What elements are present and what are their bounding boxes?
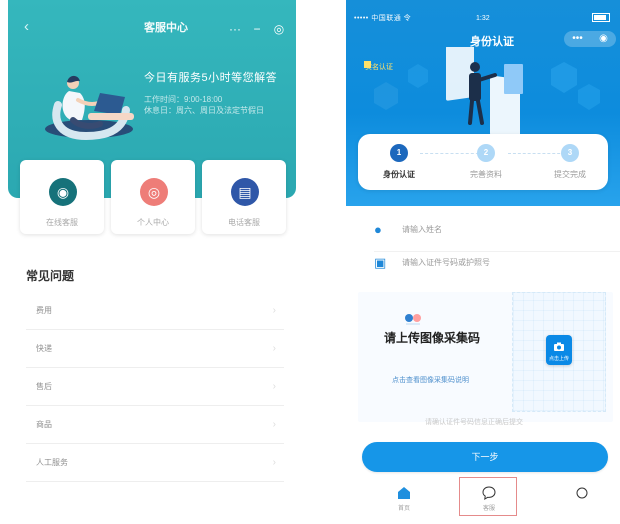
faq-item-fees[interactable]: 费用 › (26, 292, 284, 330)
faq-item-products[interactable]: 商品 › (26, 406, 284, 444)
person-legs (468, 99, 484, 125)
service-label-personal: 个人中心 (137, 218, 169, 227)
chevron-right-icon: › (272, 419, 276, 430)
more-icon[interactable]: ••• (572, 31, 583, 47)
identity-verification-illustration (364, 47, 600, 139)
upload-small-icon (405, 314, 421, 325)
name-placeholder: 请输入姓名 (402, 225, 442, 234)
service-card-personal[interactable]: ◎ 个人中心 (111, 160, 195, 234)
camera-upload-label: 点击上传 (548, 356, 569, 362)
hex-pattern-right (551, 62, 577, 93)
minimize-icon[interactable]: − (248, 21, 266, 37)
badge-square-icon (364, 61, 371, 68)
id-card-shape (504, 64, 523, 94)
mobile-status-time: 1:32 (476, 15, 490, 22)
faq-list: 费用 › 快递 › 售后 › 商品 › 人工服务 › (26, 292, 284, 482)
upload-image-code-area: 请上传图像采集码 点击查看图像采集码说明 点击上传 (358, 292, 613, 422)
comparison-screenshot: ‹ 客服中心 ··· − ◎ 今日有服务5小时等您解答 工作时间：9:00-18… (0, 0, 620, 524)
faq-item-label: 商品 (36, 420, 52, 429)
faq-item-delivery[interactable]: 快递 › (26, 330, 284, 368)
service-label-online: 在线客服 (46, 218, 78, 227)
chevron-right-icon: › (272, 381, 276, 392)
faq-item-label: 快递 (36, 344, 52, 353)
hero-headline: 今日有服务5小时等您解答 (144, 72, 278, 84)
battery-icon (592, 13, 610, 22)
hero-subline-2: 休息日：周六、周日及法定节假日 (144, 106, 264, 115)
person-circle-icon: ◎ (140, 178, 168, 206)
upload-title: 请上传图像采集码 (384, 331, 481, 345)
hex-pattern-left-small (408, 64, 428, 88)
mobile-status-carrier: ••••• 中国联通 令 (354, 15, 412, 22)
verification-steps-card: 1 身份认证 2 完善资料 3 提交完成 (358, 134, 608, 190)
service-card-online[interactable]: ◉ 在线客服 (20, 160, 104, 234)
step-complete-profile: 2 完善资料 (451, 144, 521, 180)
circle-outline-icon (576, 487, 588, 499)
step-number: 3 (561, 144, 579, 162)
id-number-placeholder: 请输入证件号码或护照号 (402, 258, 490, 267)
home-icon (398, 487, 410, 499)
step-number: 2 (477, 144, 495, 162)
service-label-phone: 电话客服 (228, 218, 260, 227)
identity-header: ••••• 中国联通 令 1:32 身份认证 ••• ◉ 实名认证 1 身份认证… (346, 0, 620, 206)
left-customer-service-screen: ‹ 客服中心 ··· − ◎ 今日有服务5小时等您解答 工作时间：9:00-18… (8, 0, 296, 524)
step-label: 提交完成 (554, 170, 586, 179)
more-icon[interactable]: ··· (226, 21, 244, 37)
faq-item-label: 人工服务 (36, 458, 68, 467)
page-title: 客服中心 (144, 22, 188, 34)
tab-label-profile (559, 505, 605, 513)
faq-title: 常见问题 (26, 269, 75, 283)
form-hint-text: 请确认证件号码信息正确后提交 (425, 419, 523, 426)
step-identity: 1 身份认证 (364, 144, 434, 180)
service-card-phone[interactable]: ▤ 电话客服 (202, 160, 286, 234)
tab-home[interactable]: 首页 (381, 483, 427, 517)
id-number-field[interactable]: ▣ 请输入证件号码或护照号 (374, 251, 594, 275)
back-chevron-icon[interactable]: ‹ (24, 19, 38, 34)
id-card-icon: ▣ (374, 255, 387, 270)
person-body (469, 73, 481, 101)
laptop-icon (94, 93, 125, 115)
person-body (62, 91, 85, 120)
hex-pattern-right-small (578, 84, 600, 110)
tab-label-home: 首页 (397, 506, 410, 512)
hero-copy: 今日有服务5小时等您解答 工作时间：9:00-18:00 休息日：周六、周日及法… (144, 70, 284, 118)
camera-icon (554, 342, 564, 351)
step-number: 1 (390, 144, 408, 162)
upload-instruction-link[interactable]: 点击查看图像采集码说明 (392, 376, 478, 386)
faq-item-human-service[interactable]: 人工服务 › (26, 444, 284, 482)
mini-program-capsule: ••• ◉ (564, 31, 616, 47)
faq-item-label: 费用 (36, 306, 52, 315)
faq-item-label: 售后 (36, 382, 52, 391)
tab-profile[interactable] (559, 483, 605, 517)
target-icon[interactable]: ◎ (270, 21, 288, 37)
faq-item-after-sales[interactable]: 售后 › (26, 368, 284, 406)
document-icon: ▤ (231, 178, 259, 206)
step-label: 身份认证 (383, 170, 415, 179)
tab-service[interactable]: 客服 (466, 483, 512, 517)
right-identity-verification-screen: ••••• 中国联通 令 1:32 身份认证 ••• ◉ 实名认证 1 身份认证… (346, 0, 620, 524)
person-head (470, 62, 480, 72)
tab-label-service: 客服 (482, 506, 495, 512)
name-field[interactable]: ● 请输入姓名 (374, 218, 620, 252)
chat-bubble-icon (482, 486, 496, 500)
person-icon: ● (374, 222, 382, 237)
chevron-right-icon: › (272, 457, 276, 468)
hero-subline-1: 工作时间：9:00-18:00 (144, 95, 223, 104)
mini-program-capsule: ··· − ◎ (226, 20, 288, 38)
camera-upload-button[interactable]: 点击上传 (546, 335, 572, 365)
step-submit: 3 提交完成 (535, 144, 605, 180)
desk-shape (88, 113, 134, 120)
chat-icon: ◉ (49, 178, 77, 206)
chevron-right-icon: › (272, 343, 276, 354)
next-button[interactable]: 下一步 (362, 442, 608, 472)
hex-pattern-left (374, 82, 398, 110)
chevron-right-icon: › (272, 305, 276, 316)
step-label: 完善资料 (470, 170, 502, 179)
bottom-tab-bar: 首页 客服 (346, 474, 620, 524)
support-person-illustration (45, 75, 134, 141)
target-icon[interactable]: ◉ (599, 31, 608, 47)
